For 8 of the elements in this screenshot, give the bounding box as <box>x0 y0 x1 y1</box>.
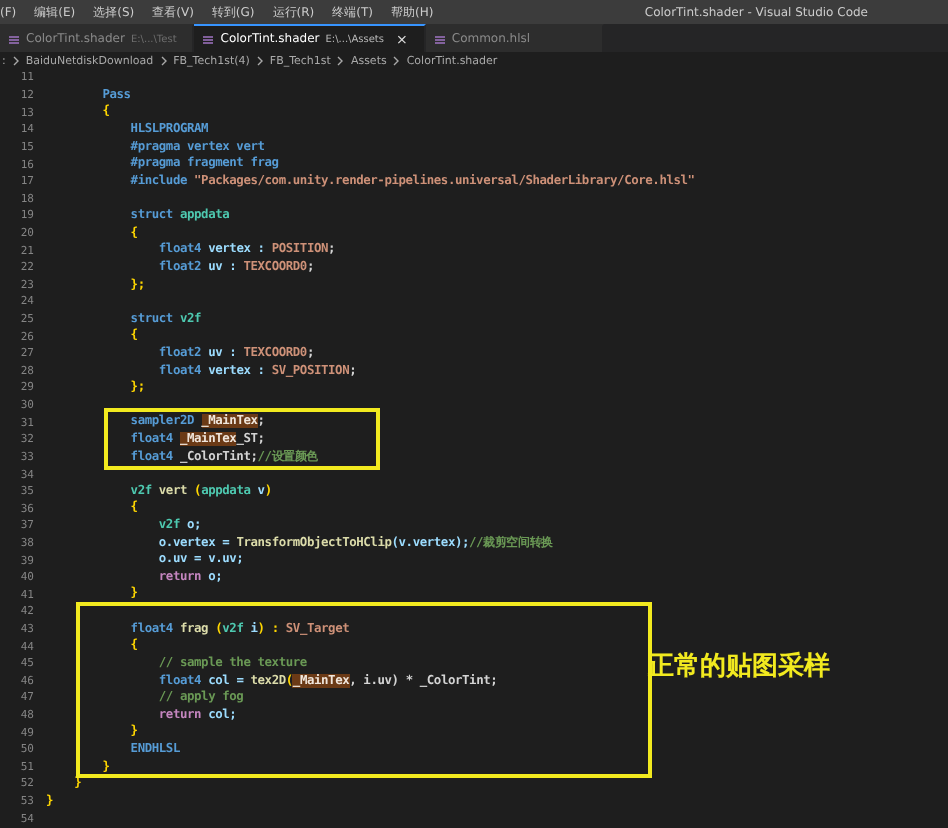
chevron-icon <box>336 56 345 67</box>
chevron-icon <box>11 56 20 67</box>
chevron-icon <box>392 56 401 67</box>
file-icon <box>433 33 446 46</box>
file-icon <box>8 33 20 46</box>
chevron-icon <box>159 56 168 67</box>
chevron-icon <box>255 56 264 67</box>
file-icon <box>202 33 215 46</box>
